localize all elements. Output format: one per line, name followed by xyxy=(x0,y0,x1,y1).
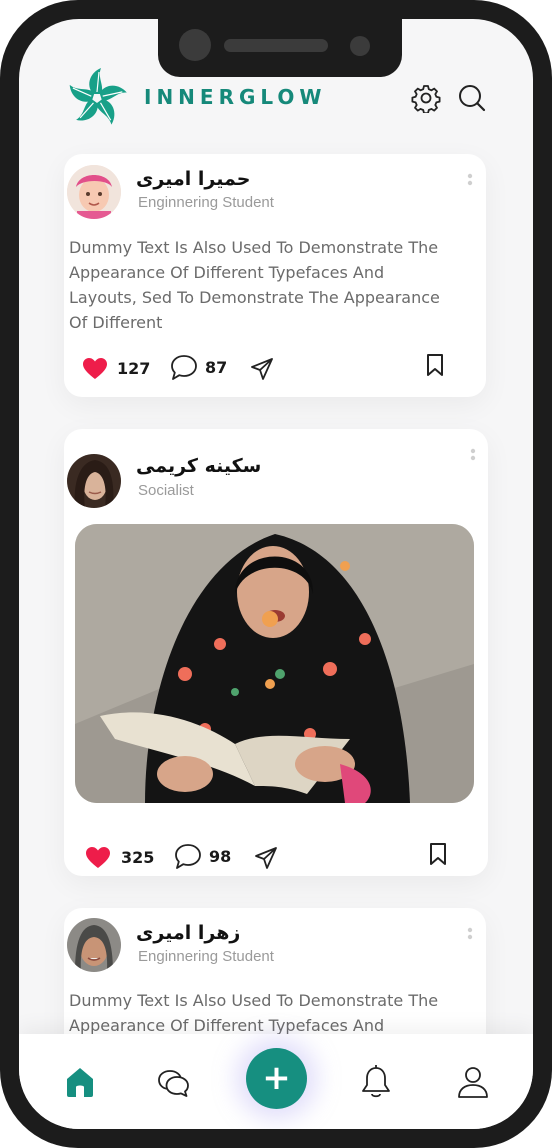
comment-icon[interactable] xyxy=(174,843,202,870)
avatar[interactable] xyxy=(67,165,121,219)
camera-icon xyxy=(179,29,211,61)
author-role: Socialist xyxy=(138,482,194,499)
post-text-line: Dummy Text Is Also Used To Demonstrate T… xyxy=(69,991,439,1010)
speaker-grille xyxy=(224,39,328,52)
phone-notch xyxy=(158,0,402,77)
more-options-icon[interactable] xyxy=(467,927,473,947)
app-brand-name: INNERGLOW xyxy=(144,85,327,109)
post-text-line: Dummy Text Is Also Used To Demonstrate T… xyxy=(69,238,439,257)
phone-frame: INNERGLOW حمیرا امیری Enginnering Studen… xyxy=(0,0,552,1148)
add-icon: + xyxy=(262,1058,291,1098)
bookmark-icon[interactable] xyxy=(429,842,447,866)
app-screen: INNERGLOW حمیرا امیری Enginnering Studen… xyxy=(19,19,533,1129)
comment-count: 98 xyxy=(209,847,232,866)
like-count: 127 xyxy=(117,359,151,378)
home-icon[interactable] xyxy=(63,1065,97,1099)
post-card: حمیرا امیری Enginnering Student Dummy Te… xyxy=(64,154,486,397)
avatar[interactable] xyxy=(67,454,121,508)
avatar[interactable] xyxy=(67,918,121,972)
more-options-icon[interactable] xyxy=(470,448,476,468)
post-text: Dummy Text Is Also Used To Demonstrate T… xyxy=(69,988,484,1038)
post-image[interactable] xyxy=(75,524,474,803)
author-name: سکینه کریمی xyxy=(136,455,262,477)
post-text-line: Layouts, Sed To Demonstrate The Appearan… xyxy=(69,288,440,307)
share-icon[interactable] xyxy=(254,846,278,870)
heart-icon[interactable] xyxy=(85,846,111,870)
post-text-line: Of Different xyxy=(69,313,163,332)
bookmark-icon[interactable] xyxy=(426,353,444,377)
post-text-line: Appearance Of Different Typefaces And xyxy=(69,263,385,282)
author-name: حمیرا امیری xyxy=(136,168,251,190)
heart-icon[interactable] xyxy=(82,357,108,381)
comment-count: 87 xyxy=(205,358,228,377)
post-text: Dummy Text Is Also Used To Demonstrate T… xyxy=(69,235,484,335)
sensor-icon xyxy=(350,36,370,56)
author-role: Enginnering Student xyxy=(138,948,274,965)
profile-icon[interactable] xyxy=(456,1064,490,1100)
comment-icon[interactable] xyxy=(170,354,198,381)
add-post-button[interactable]: + xyxy=(246,1048,307,1109)
author-name: زهرا امیری xyxy=(136,922,241,944)
chat-icon[interactable] xyxy=(157,1065,191,1099)
more-options-icon[interactable] xyxy=(467,173,473,193)
share-icon[interactable] xyxy=(250,357,274,381)
gear-icon[interactable] xyxy=(411,83,441,113)
bell-icon[interactable] xyxy=(359,1064,393,1100)
search-icon[interactable] xyxy=(457,83,487,113)
like-count: 325 xyxy=(121,848,155,867)
innerglow-logo xyxy=(69,68,127,125)
author-role: Enginnering Student xyxy=(138,194,274,211)
bottom-navigation: + xyxy=(19,1034,533,1129)
post-card: سکینه کریمی Socialist 325 98 xyxy=(64,429,488,876)
